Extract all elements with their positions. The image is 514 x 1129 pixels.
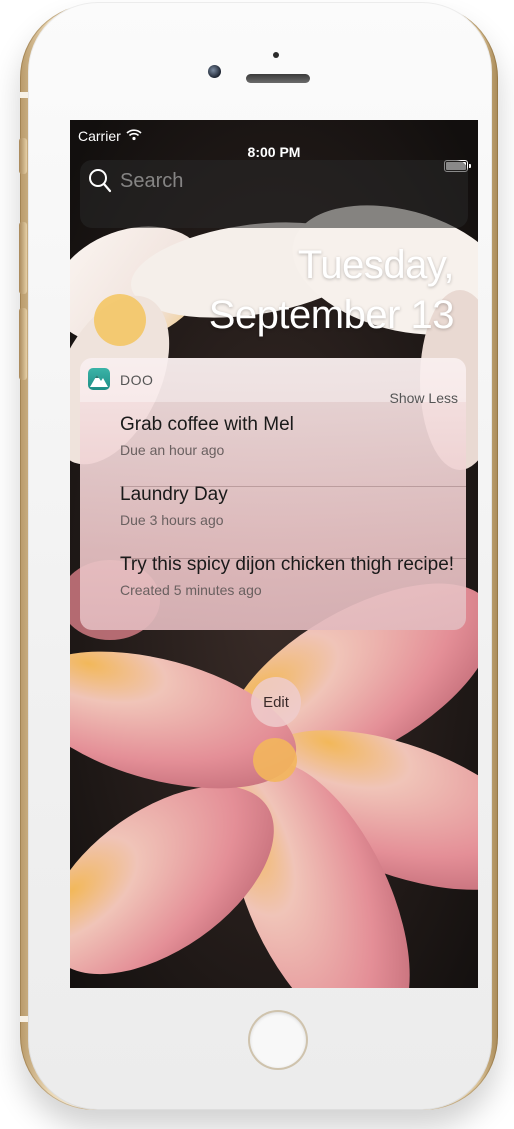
status-time: 8:00 PM <box>247 144 301 160</box>
home-button[interactable] <box>250 1012 306 1068</box>
lock-date: Tuesday, September 13 <box>208 240 455 340</box>
app-name: DOO <box>120 372 154 388</box>
carrier-label: Carrier <box>78 128 121 144</box>
item-subtitle: Due an hour ago <box>120 442 225 458</box>
earpiece-speaker <box>246 74 310 83</box>
notification-card[interactable]: DOO Show Less Grab coffee with Mel Due a… <box>80 358 466 630</box>
volume-down-button[interactable] <box>19 308 27 380</box>
item-title: Laundry Day <box>120 484 228 505</box>
doo-app-icon <box>88 368 110 390</box>
item-subtitle: Due 3 hours ago <box>120 512 224 528</box>
item-title: Grab coffee with Mel <box>120 414 294 435</box>
volume-up-button[interactable] <box>19 222 27 294</box>
date-month-day: September 13 <box>208 293 455 337</box>
item-title: Try this spicy dijon chicken thigh recip… <box>120 554 455 575</box>
list-item[interactable]: Grab coffee with Mel Due an hour ago <box>120 414 466 474</box>
mute-switch[interactable] <box>19 138 27 174</box>
show-less-button[interactable]: Show Less <box>390 390 458 406</box>
search-icon <box>88 168 112 199</box>
antenna-band <box>20 1016 28 1022</box>
search-bar[interactable]: Search <box>80 160 468 228</box>
edit-button[interactable]: Edit <box>251 677 301 727</box>
date-weekday: Tuesday, <box>297 243 455 287</box>
item-subtitle: Created 5 minutes ago <box>120 582 262 598</box>
antenna-band <box>20 92 28 98</box>
search-placeholder: Search <box>120 170 184 192</box>
status-bar: Carrier 8:00 PM <box>70 120 478 160</box>
lock-screen: Carrier 8:00 PM Search Tuesday, Septembe… <box>70 120 478 988</box>
list-item[interactable]: Laundry Day Due 3 hours ago <box>120 484 466 544</box>
proximity-sensor <box>273 52 279 58</box>
front-camera <box>208 65 221 78</box>
list-item[interactable]: Try this spicy dijon chicken thigh recip… <box>120 554 466 614</box>
